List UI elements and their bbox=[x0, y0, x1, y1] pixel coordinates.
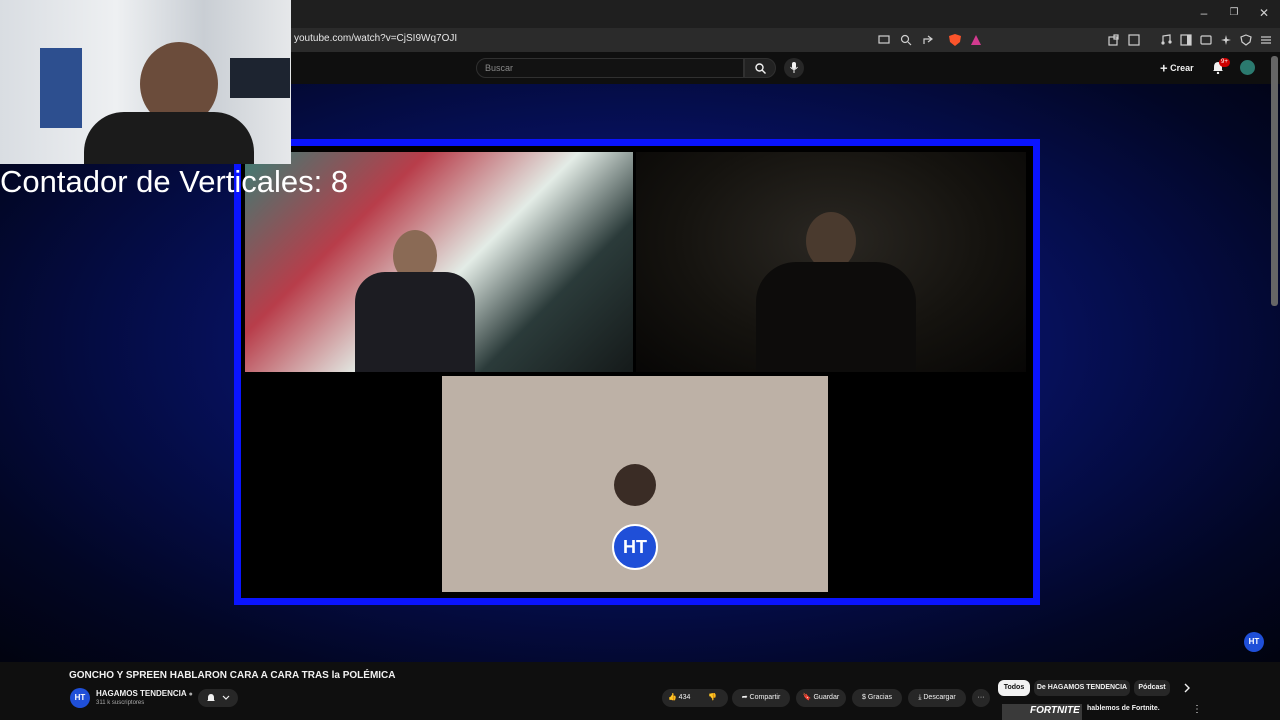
channel-name[interactable]: HAGAMOS TENDENCIA ● bbox=[96, 689, 193, 698]
bookmark-icon: 🔖 bbox=[802, 694, 812, 701]
like-count: 434 bbox=[678, 694, 691, 701]
cast-icon[interactable] bbox=[878, 34, 890, 46]
close-button[interactable]: ✕ bbox=[1256, 5, 1272, 21]
voice-search-button[interactable] bbox=[784, 58, 804, 78]
bell-icon bbox=[207, 694, 215, 701]
monitor bbox=[230, 58, 290, 98]
download-button[interactable]: ⤓ Descargar bbox=[908, 689, 966, 707]
save-button[interactable]: 🔖 Guardar bbox=[796, 689, 846, 707]
thumbs-down-icon: 👎 bbox=[708, 694, 717, 701]
like-dislike-group: 👍 434 👎 bbox=[662, 689, 728, 707]
more-actions-button[interactable]: ··· bbox=[972, 689, 990, 707]
create-label: Crear bbox=[1170, 63, 1194, 73]
thumbnail-text: FORTNITE bbox=[1030, 705, 1080, 716]
vpn-icon[interactable] bbox=[1240, 34, 1252, 46]
vertical-counter-text: Contador de Verticales: 8 bbox=[0, 164, 349, 199]
microphone-icon bbox=[790, 62, 798, 73]
video-title: GONCHO Y SPREEN HABLARON CARA A CARA TRA… bbox=[69, 670, 396, 681]
restore-button[interactable]: ❐ bbox=[1226, 5, 1242, 21]
dislike-button[interactable]: 👎 bbox=[708, 689, 717, 707]
leo-ai-icon[interactable] bbox=[1220, 34, 1232, 46]
minimize-button[interactable]: – bbox=[1196, 5, 1212, 21]
backpack bbox=[40, 48, 82, 128]
reader-icon[interactable] bbox=[1128, 34, 1140, 46]
account-avatar[interactable] bbox=[1240, 60, 1255, 75]
participant-avatar bbox=[614, 464, 656, 506]
search-input[interactable]: Buscar bbox=[476, 58, 744, 78]
plus-icon: + bbox=[1160, 60, 1168, 76]
brave-shield-icon[interactable] bbox=[948, 33, 962, 47]
more-icon: ··· bbox=[977, 694, 985, 701]
recommended-more-icon[interactable]: ⋮ bbox=[1192, 704, 1202, 715]
download-label: Descargar bbox=[923, 694, 956, 701]
wallet-icon[interactable] bbox=[1200, 34, 1212, 46]
subscribe-notifications-button[interactable] bbox=[198, 689, 238, 707]
super-thanks-icon: $ bbox=[862, 694, 866, 701]
zoom-icon[interactable] bbox=[900, 34, 912, 46]
search-placeholder: Buscar bbox=[485, 63, 514, 73]
share-page-icon[interactable] bbox=[922, 34, 934, 46]
chevron-right-icon[interactable] bbox=[1182, 683, 1192, 693]
video-feed-bottom-placeholder: HT bbox=[442, 376, 828, 592]
thumbs-up-icon: 👍 bbox=[668, 694, 677, 701]
share-icon: ➦ bbox=[741, 694, 748, 701]
recommended-thumbnail[interactable]: FORTNITE bbox=[1002, 704, 1082, 720]
chevron-down-icon bbox=[222, 695, 230, 700]
video-feed-right bbox=[636, 152, 1026, 372]
streamer-body bbox=[84, 112, 254, 164]
page-scrollbar[interactable] bbox=[1271, 56, 1278, 306]
notification-badge: 9+ bbox=[1219, 58, 1230, 67]
save-label: Guardar bbox=[813, 694, 840, 701]
create-button[interactable]: + Crear bbox=[1160, 58, 1194, 78]
like-button[interactable]: 👍 434 bbox=[668, 689, 690, 707]
rewards-icon[interactable] bbox=[970, 34, 982, 46]
url-field[interactable]: youtube.com/watch?v=CjSI9Wq7OJI bbox=[294, 33, 457, 44]
person-body bbox=[756, 262, 916, 372]
thanks-button[interactable]: $ Gracias bbox=[852, 689, 902, 707]
download-icon: ⤓ bbox=[918, 694, 922, 701]
share-button[interactable]: ➦ Compartir bbox=[732, 689, 790, 707]
thanks-label: Gracias bbox=[867, 694, 892, 701]
person-body bbox=[355, 272, 475, 372]
sidebar-toggle-icon[interactable] bbox=[1180, 34, 1192, 46]
chip-from-channel[interactable]: De HAGAMOS TENDENCIA bbox=[1034, 680, 1130, 696]
recommended-title[interactable]: hablemos de Fortnite. bbox=[1087, 705, 1160, 712]
channel-name-text: HAGAMOS TENDENCIA bbox=[96, 689, 187, 698]
extensions-icon[interactable] bbox=[1108, 34, 1120, 46]
webcam-overlay bbox=[0, 0, 291, 164]
verified-icon: ● bbox=[188, 691, 193, 698]
chip-podcast[interactable]: Pódcast bbox=[1134, 680, 1170, 696]
search-icon bbox=[755, 63, 766, 74]
music-icon[interactable] bbox=[1160, 34, 1172, 46]
chip-all[interactable]: Todos bbox=[998, 680, 1030, 696]
search-button[interactable] bbox=[744, 58, 776, 78]
watermark-logo: HT bbox=[1244, 632, 1264, 652]
share-label: Compartir bbox=[749, 694, 781, 701]
subscriber-count: 311 k suscriptores bbox=[96, 700, 145, 706]
menu-icon[interactable] bbox=[1260, 34, 1272, 46]
channel-logo-icon: HT bbox=[612, 524, 658, 570]
channel-avatar[interactable]: HT bbox=[70, 688, 90, 708]
